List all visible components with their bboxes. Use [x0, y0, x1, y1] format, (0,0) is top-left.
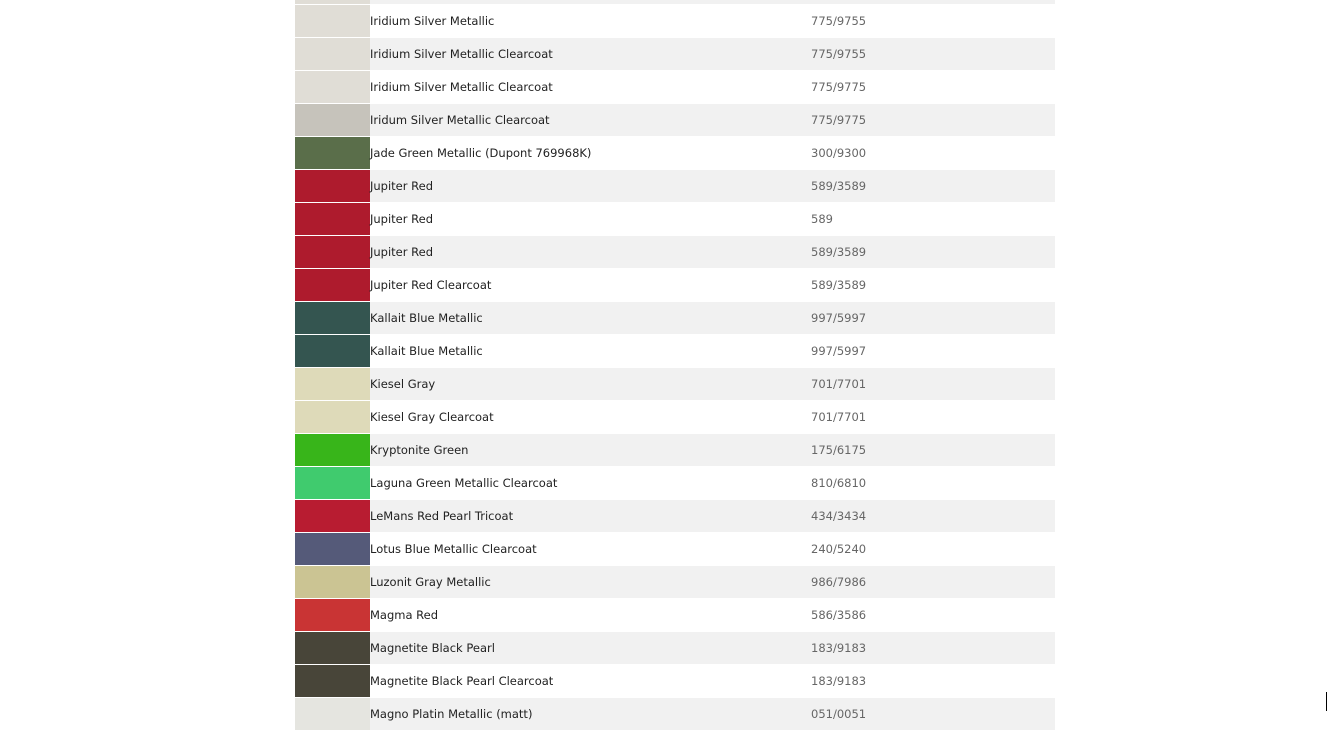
paint-code: 589 [811, 212, 833, 226]
paint-code: 240/5240 [811, 542, 867, 556]
paint-code: 775/9775 [811, 113, 867, 127]
table-row: Jupiter Red 589/3589 [295, 236, 1055, 269]
color-swatch [295, 269, 370, 301]
table-row: Iridium Silver Metallic Clearcoat 775/975… [295, 38, 1055, 71]
table-row: Kiesel Gray 701/7701 [295, 368, 1055, 401]
color-name: Lotus Blue Metallic Clearcoat [370, 542, 537, 556]
color-swatch [295, 236, 370, 268]
table-row: Kryptonite Green 175/6175 [295, 434, 1055, 467]
paint-code: 051/0051 [811, 707, 867, 721]
table-row: Jupiter Red 589/3589 [295, 170, 1055, 203]
color-name: Kallait Blue Metallic [370, 311, 483, 325]
color-name: LeMans Red Pearl Tricoat [370, 509, 514, 523]
color-name: Jupiter Red [370, 179, 433, 193]
paint-code: 586/3586 [811, 608, 867, 622]
color-swatch [295, 467, 370, 499]
color-name: Magma Red [370, 608, 439, 622]
paint-code: 589/3589 [811, 179, 867, 193]
color-swatch [295, 533, 370, 565]
color-name: Iridium Silver Metallic Clearcoat [370, 80, 553, 94]
table-row: Jade Green Metallic (Dupont 769968K) 300/… [295, 137, 1055, 170]
color-swatch [295, 566, 370, 598]
color-name: Luzonit Gray Metallic [370, 575, 491, 589]
color-swatch [295, 137, 370, 169]
color-name: Kallait Blue Metallic [370, 344, 483, 358]
color-name: Kiesel Gray [370, 377, 436, 391]
paint-code: 589/3589 [811, 245, 867, 259]
table-row: Magnetite Black Pearl Clearcoat 183/9183 [295, 665, 1055, 698]
paint-code: 183/9183 [811, 674, 867, 688]
color-swatch [295, 203, 370, 235]
color-name: Kiesel Gray Clearcoat [370, 410, 494, 424]
table-row: Kiesel Gray Clearcoat 701/7701 [295, 401, 1055, 434]
color-name: Jade Green Metallic (Dupont 769968K) [370, 146, 592, 160]
table-row: Iridium Silver Metallic 775/9755 [295, 5, 1055, 38]
table-row: Iridum Silver Metallic Clearcoat 775/9775 [295, 104, 1055, 137]
color-swatch [295, 104, 370, 136]
paint-code: 183/9183 [811, 641, 867, 655]
color-swatch [295, 0, 370, 4]
color-swatch [295, 38, 370, 70]
paint-code: 589/3589 [811, 278, 867, 292]
table-row: Lotus Blue Metallic Clearcoat 240/5240 [295, 533, 1055, 566]
color-swatch [295, 500, 370, 532]
paint-code: 701/7701 [811, 410, 867, 424]
color-swatch [295, 698, 370, 730]
table-row: Magnetite Black Pearl 183/9183 [295, 632, 1055, 665]
paint-code: 997/5997 [811, 311, 867, 325]
color-swatch [295, 665, 370, 697]
paint-code: 986/7986 [811, 575, 867, 589]
table-row: Magma Red 586/3586 [295, 599, 1055, 632]
table-row: Kallait Blue Metallic 997/5997 [295, 302, 1055, 335]
color-name: Jupiter Red [370, 212, 433, 226]
color-swatch [295, 434, 370, 466]
table-row: Luzonit Gray Metallic 986/7986 [295, 566, 1055, 599]
table-row: LeMans Red Pearl Tricoat 434/3434 [295, 500, 1055, 533]
color-name: Magno Platin Metallic (matt) [370, 707, 533, 721]
paint-color-table: Iridium Silver Metallic 775/9755 Iridium S… [295, 0, 1055, 731]
paint-code: 775/9775 [811, 80, 867, 94]
paint-code: 175/6175 [811, 443, 867, 457]
color-name: Jupiter Red [370, 245, 433, 259]
paint-code: 810/6810 [811, 476, 867, 490]
text-cursor [1326, 692, 1327, 711]
paint-code: 997/5997 [811, 344, 867, 358]
color-swatch [295, 170, 370, 202]
color-name: Iridum Silver Metallic Clearcoat [370, 113, 550, 127]
color-swatch [295, 302, 370, 334]
color-name: Magnetite Black Pearl [370, 641, 495, 655]
color-swatch [295, 5, 370, 37]
color-name: Jupiter Red Clearcoat [370, 278, 492, 292]
table-row: Jupiter Red 589 [295, 203, 1055, 236]
paint-code: 434/3434 [811, 509, 867, 523]
color-swatch [295, 335, 370, 367]
paint-code: 300/9300 [811, 146, 867, 160]
color-name: Magnetite Black Pearl Clearcoat [370, 674, 554, 688]
table-row: Magno Platin Metallic (matt) 051/0051 [295, 698, 1055, 731]
color-swatch [295, 599, 370, 631]
color-swatch [295, 71, 370, 103]
color-name: Iridium Silver Metallic [370, 14, 495, 28]
color-name: Kryptonite Green [370, 443, 469, 457]
color-name: Laguna Green Metallic Clearcoat [370, 476, 558, 490]
table-row: Jupiter Red Clearcoat 589/3589 [295, 269, 1055, 302]
table-row: Iridium Silver Metallic Clearcoat 775/977… [295, 71, 1055, 104]
paint-code: 701/7701 [811, 377, 867, 391]
paint-code: 775/9755 [811, 14, 867, 28]
table-row: Laguna Green Metallic Clearcoat 810/6810 [295, 467, 1055, 500]
color-name: Iridium Silver Metallic Clearcoat [370, 47, 553, 61]
color-swatch [295, 368, 370, 400]
table-row: Kallait Blue Metallic 997/5997 [295, 335, 1055, 368]
color-swatch [295, 632, 370, 664]
paint-code: 775/9755 [811, 47, 867, 61]
color-swatch [295, 401, 370, 433]
